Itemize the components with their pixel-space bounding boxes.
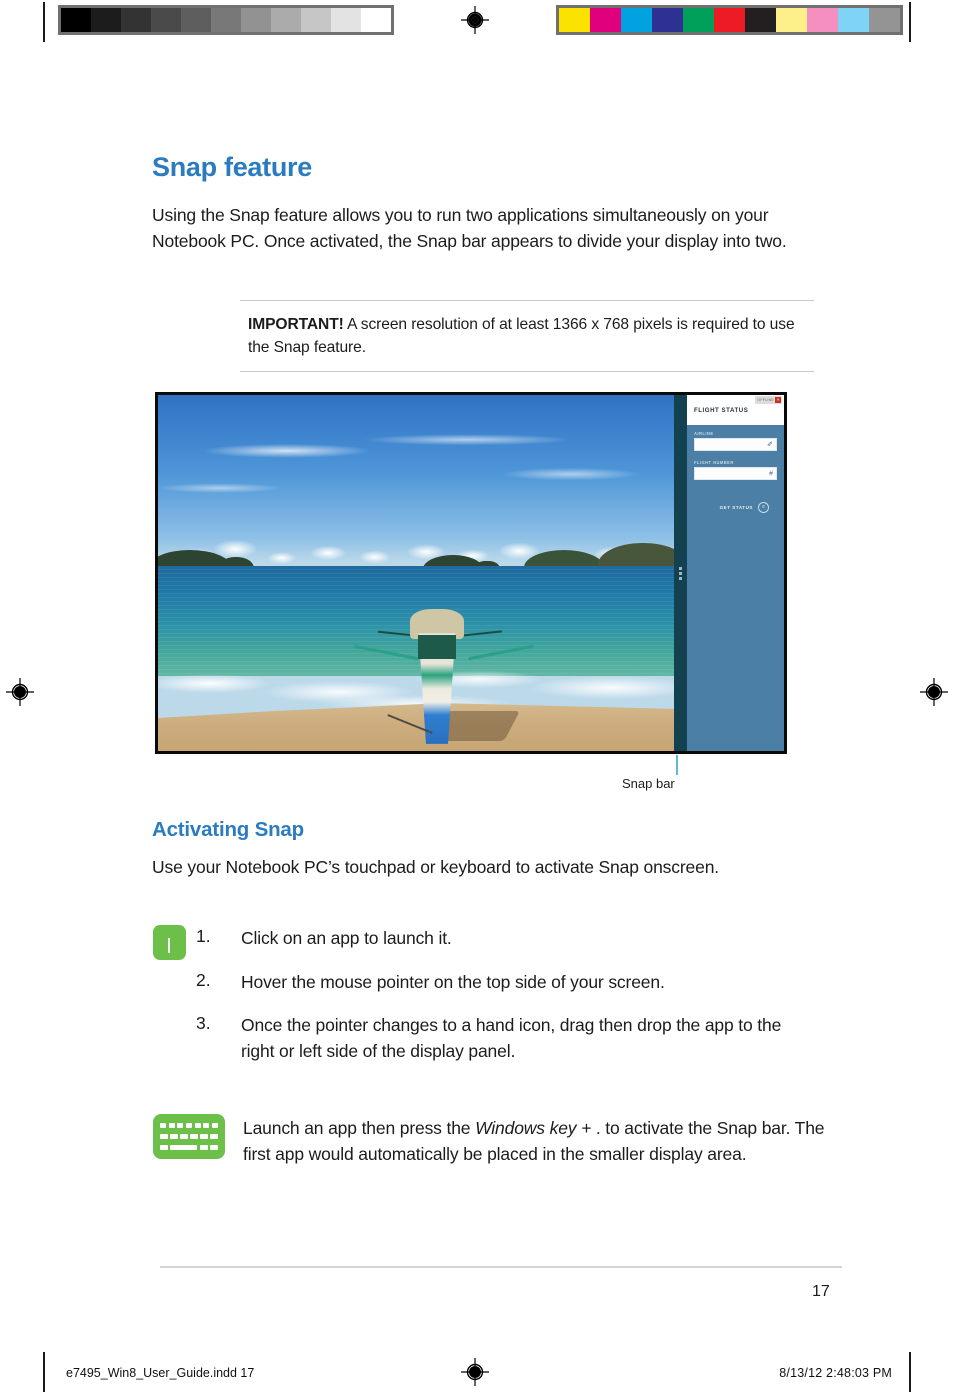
step-number: 2.: [196, 969, 211, 990]
crop-mark: [43, 2, 45, 42]
keyboard-note-emphasis: Windows key +: [475, 1118, 596, 1138]
gray-swatch: [331, 8, 361, 32]
app-form: AIRLINE ✐ FLIGHT NUMBER # GET STATUS ⌕: [687, 425, 784, 513]
print-info-bar: e7495_Win8_User_Guide.indd 17 8/13/12 2:…: [0, 1355, 954, 1392]
gray-swatch: [271, 8, 301, 32]
flight-status-app: FLIGHT STATUS OFFLINE × AIRLINE ✐ FLIGHT…: [687, 395, 784, 751]
color-swatch: [714, 8, 745, 32]
get-status-button[interactable]: GET STATUS ⌕: [694, 502, 777, 513]
subsection-title: Activating Snap: [152, 818, 304, 841]
list-item: 1. Click on an app to launch it.: [196, 926, 796, 952]
pen-icon: ✐: [767, 441, 773, 448]
footer-divider: [160, 1266, 842, 1268]
page-title: Snap feature: [152, 152, 312, 182]
keyboard-note-text-1: Launch an app then press the: [243, 1118, 476, 1138]
color-swatch: [559, 8, 590, 32]
airline-input[interactable]: ✐: [694, 438, 777, 451]
step-text: Once the pointer changes to a hand icon,…: [241, 1015, 782, 1061]
important-label: IMPORTANT!: [248, 316, 344, 333]
snap-bar-divider[interactable]: [674, 395, 687, 751]
color-swatch: [621, 8, 652, 32]
registration-target-icon: [920, 678, 948, 706]
gray-swatch: [301, 8, 331, 32]
app-title: FLIGHT STATUS: [694, 406, 749, 414]
grayscale-step-wedge: [58, 5, 394, 35]
step-text: Hover the mouse pointer on the top side …: [241, 971, 665, 992]
close-icon[interactable]: ×: [775, 397, 781, 403]
app-header: FLIGHT STATUS OFFLINE ×: [687, 395, 784, 425]
app-window-chrome: OFFLINE ×: [755, 396, 782, 404]
steps-list: 1. Click on an app to launch it. 2. Hove…: [196, 926, 796, 1082]
registration-target-icon: [6, 678, 34, 706]
gray-swatch: [241, 8, 271, 32]
color-swatch: [776, 8, 807, 32]
search-icon: ⌕: [758, 502, 769, 513]
document-page: Snap feature Using the Snap feature allo…: [0, 0, 954, 1392]
wispy-clouds: [158, 423, 674, 517]
color-swatch: [869, 8, 900, 32]
registration-target-icon: [461, 6, 489, 34]
color-swatch: [807, 8, 838, 32]
gray-swatch: [361, 8, 391, 32]
list-item: 3. Once the pointer changes to a hand ic…: [196, 1013, 796, 1064]
gray-swatch: [121, 8, 151, 32]
activating-snap-paragraph: Use your Notebook PC’s touchpad or keybo…: [152, 857, 720, 877]
color-swatch: [745, 8, 776, 32]
step-number: 1.: [196, 926, 211, 946]
crop-mark: [909, 2, 911, 42]
touchpad-icon: [153, 925, 186, 960]
source-file-name: e7495_Win8_User_Guide.indd 17: [66, 1366, 255, 1380]
color-swatch: [838, 8, 869, 32]
airline-field-label: AIRLINE: [694, 431, 714, 436]
gray-swatch: [181, 8, 211, 32]
desktop-wallpaper: [158, 395, 674, 751]
outrigger-boat: [354, 594, 534, 744]
step-number: 3.: [196, 1013, 211, 1033]
hash-icon: #: [769, 470, 773, 477]
offline-badge: OFFLINE: [757, 398, 774, 402]
color-swatch: [652, 8, 683, 32]
gray-swatch: [151, 8, 181, 32]
caption-leader-line: [676, 755, 678, 775]
gray-swatch: [91, 8, 121, 32]
gray-swatch: [61, 8, 91, 32]
intro-paragraph: Using the Snap feature allows you to run…: [152, 205, 787, 251]
color-swatch: [683, 8, 714, 32]
flight-number-field-label: FLIGHT NUMBER: [694, 460, 734, 465]
color-control-bar: [556, 5, 903, 35]
list-item: 2. Hover the mouse pointer on the top si…: [196, 970, 796, 996]
page-number: 17: [812, 1283, 830, 1300]
keyboard-icon: [153, 1114, 225, 1159]
gray-swatch: [211, 8, 241, 32]
figure-caption: Snap bar: [622, 776, 675, 791]
print-timestamp: 8/13/12 2:48:03 PM: [779, 1366, 892, 1380]
flight-number-input[interactable]: #: [694, 467, 777, 480]
keyboard-note: Launch an app then press the Windows key…: [153, 1114, 843, 1167]
important-note: IMPORTANT! A screen resolution of at lea…: [240, 300, 814, 372]
snap-bar-grip-handle[interactable]: [679, 566, 682, 580]
screen-capture: FLIGHT STATUS OFFLINE × AIRLINE ✐ FLIGHT…: [158, 395, 784, 751]
snap-screenshot-figure: FLIGHT STATUS OFFLINE × AIRLINE ✐ FLIGHT…: [155, 392, 787, 754]
step-text: Click on an app to launch it.: [241, 928, 452, 948]
get-status-label: GET STATUS: [719, 505, 753, 510]
boat-deck: [418, 634, 456, 659]
color-swatch: [590, 8, 621, 32]
